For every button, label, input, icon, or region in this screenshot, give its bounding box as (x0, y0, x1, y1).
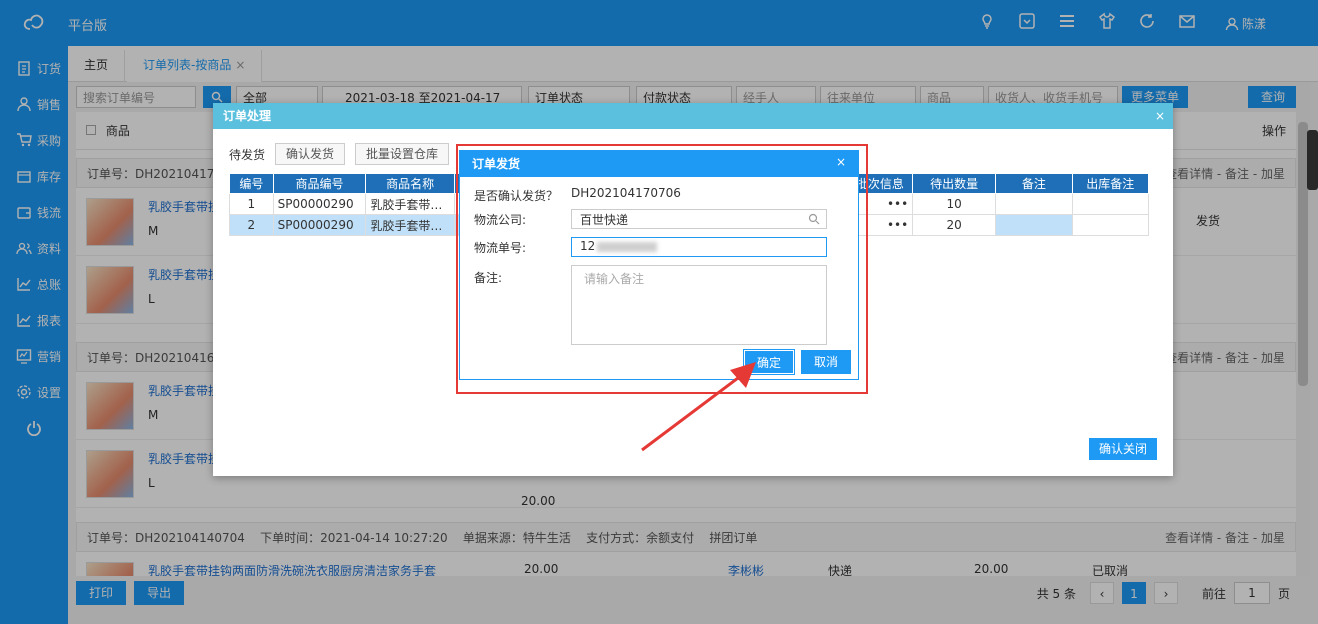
cell-no: 1 (229, 193, 274, 215)
confirm-ship-button[interactable]: 确认发货 (275, 143, 346, 165)
dialog-title: 订单处理 × (213, 103, 1173, 129)
dialog-toolbar: 待发货 确认发货 批量设置仓库 (229, 143, 450, 165)
cell-qty[interactable]: 20 (912, 214, 997, 236)
col-note: 备注 (995, 173, 1073, 194)
cell-name: 乳胶手套带… (365, 214, 455, 236)
col-code: 商品编号 (272, 173, 367, 194)
cell-qty[interactable]: 10 (912, 193, 997, 215)
search-icon[interactable] (808, 213, 820, 225)
cancel-button[interactable]: 取消 (801, 350, 851, 374)
batch-warehouse-button[interactable]: 批量设置仓库 (355, 143, 450, 165)
confirm-close-button[interactable]: 确认关闭 (1088, 438, 1157, 460)
note-label: 备注: (474, 271, 503, 285)
col-no: 编号 (229, 173, 274, 194)
company-label: 物流公司: (474, 213, 527, 227)
company-field[interactable]: 百世快递 (571, 209, 827, 229)
tracking-field[interactable]: 12 (571, 237, 827, 257)
tracking-label: 物流单号: (474, 241, 527, 255)
note-textarea[interactable]: 请输入备注 (571, 265, 827, 345)
col-qty: 待出数量 (912, 173, 997, 194)
col-out-note: 出库备注 (1071, 173, 1150, 194)
blurred-text (597, 241, 658, 252)
cell-no: 2 (229, 214, 274, 236)
cell-code: SP00000290 (272, 214, 367, 236)
ship-dialog: 订单发货 × 是否确认发货？ DH202104170706 物流公司: 百世快递 … (459, 150, 859, 380)
cell-out-note[interactable] (1071, 193, 1150, 215)
col-name: 商品名称 (365, 173, 455, 194)
cell-name: 乳胶手套带… (365, 193, 455, 215)
close-icon[interactable]: × (836, 149, 846, 175)
cell-out-note[interactable] (1071, 214, 1150, 236)
company-value: 百世快递 (580, 213, 629, 227)
confirm-label: 是否确认发货？ (474, 189, 559, 203)
dialog-title-text: 订单发货 (472, 157, 521, 171)
order-number: DH202104170706 (571, 186, 681, 200)
close-icon[interactable]: × (1155, 103, 1165, 129)
dialog-title-text: 订单处理 (223, 109, 272, 123)
pending-ship-label: 待发货 (229, 147, 266, 162)
cell-code: SP00000290 (272, 193, 367, 215)
tracking-value: 12 (580, 239, 596, 253)
cell-note[interactable] (995, 214, 1073, 236)
dialog-title: 订单发货 × (460, 151, 858, 177)
annotation-arrow (641, 362, 756, 452)
cell-note[interactable] (995, 193, 1073, 215)
